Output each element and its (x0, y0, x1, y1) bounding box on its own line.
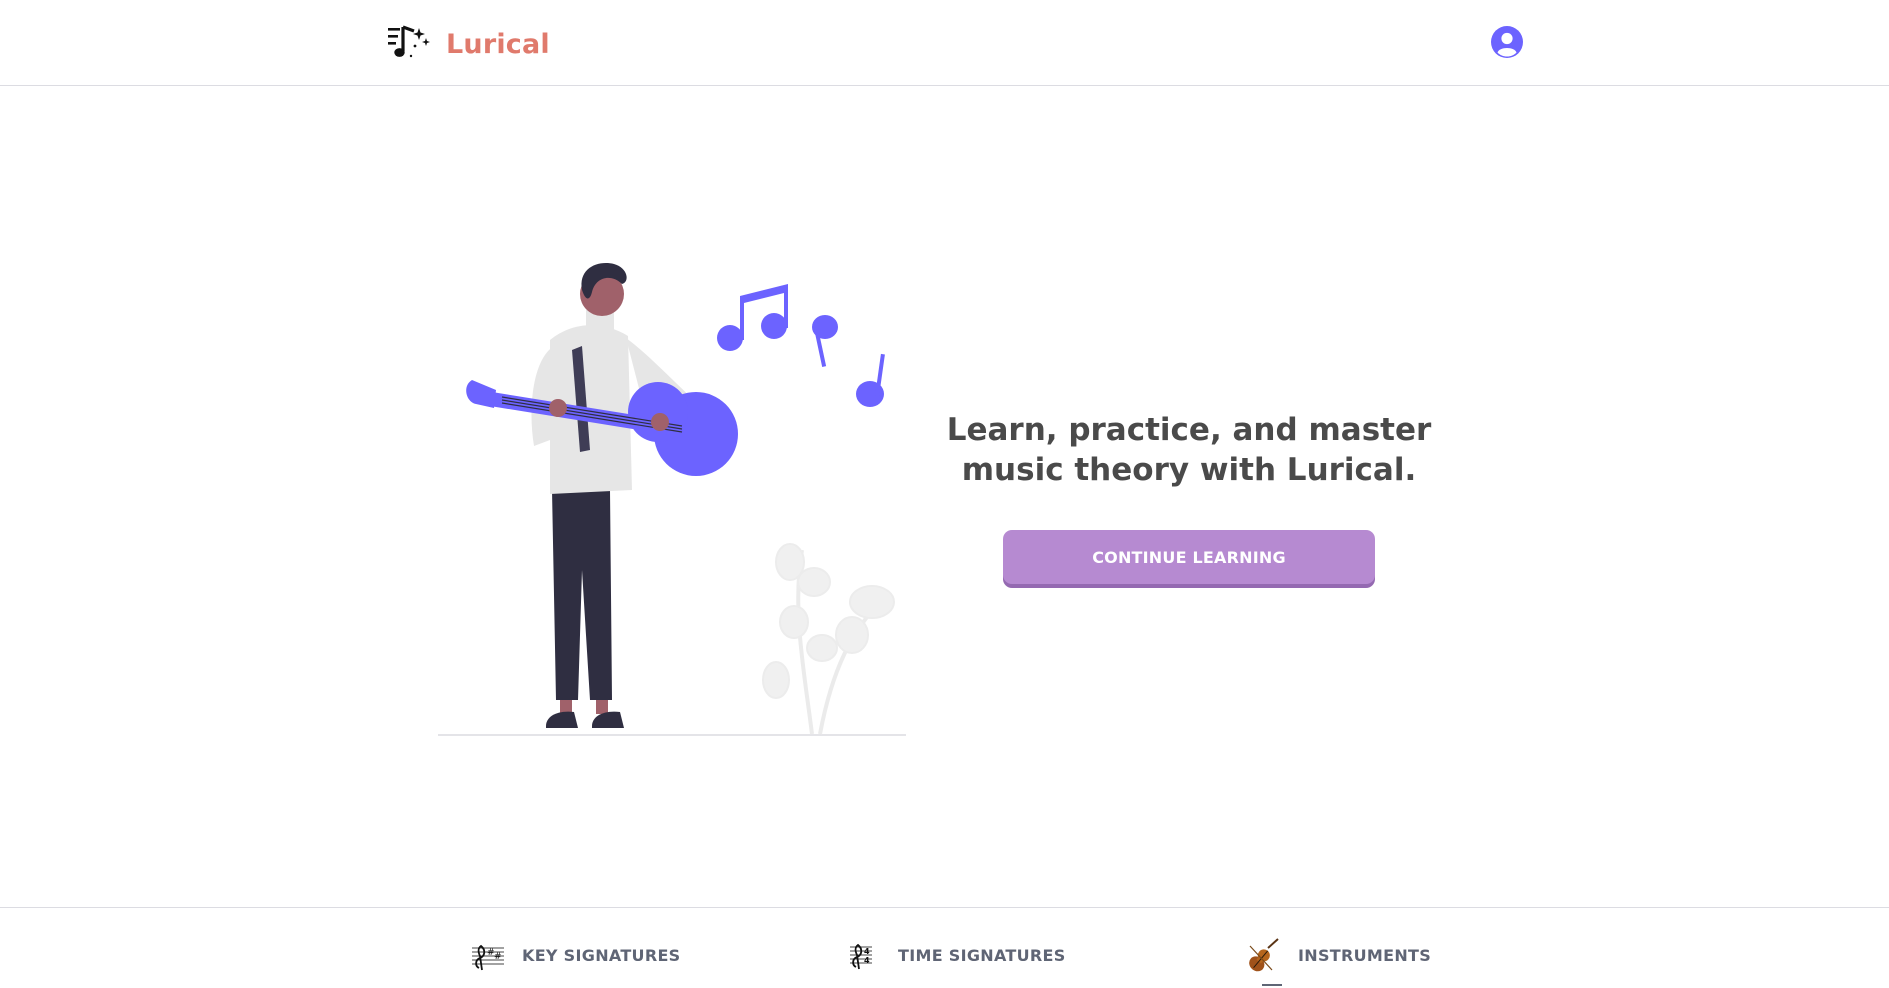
time-signature-icon: 4 4 (850, 943, 872, 970)
svg-text:4: 4 (864, 947, 870, 956)
nav-key-signatures[interactable]: # # KEY SIGNATURES (470, 938, 681, 972)
key-signature-icon: # # (472, 944, 504, 971)
person-playing-guitar-illustration (438, 263, 906, 736)
violin-icon (1249, 938, 1279, 972)
app-name: Lurical (446, 28, 550, 60)
top-header: Lurical (0, 0, 1889, 86)
music-notes-sparkle-icon (388, 25, 430, 58)
svg-text:#: # (494, 952, 502, 962)
svg-text:4: 4 (864, 956, 870, 965)
continue-learning-button[interactable]: CONTINUE LEARNING (1003, 530, 1375, 584)
nav-key-signatures-label: KEY SIGNATURES (522, 945, 681, 965)
user-avatar-icon[interactable] (1490, 25, 1524, 59)
logo-link[interactable]: Lurical (386, 24, 550, 64)
nav-instruments[interactable]: INSTRUMENTS (1246, 938, 1431, 972)
nav-time-signatures[interactable]: 4 4 TIME SIGNATURES (846, 938, 1066, 972)
hero-headline: Learn, practice, and master music theory… (946, 412, 1432, 488)
nav-time-signatures-label: TIME SIGNATURES (898, 945, 1066, 965)
nav-active-indicator (1262, 984, 1282, 986)
nav-instruments-label: INSTRUMENTS (1298, 945, 1432, 965)
bottom-nav: # # KEY SIGNATURES 4 4 TIME SIGNATURES I… (0, 907, 1889, 988)
